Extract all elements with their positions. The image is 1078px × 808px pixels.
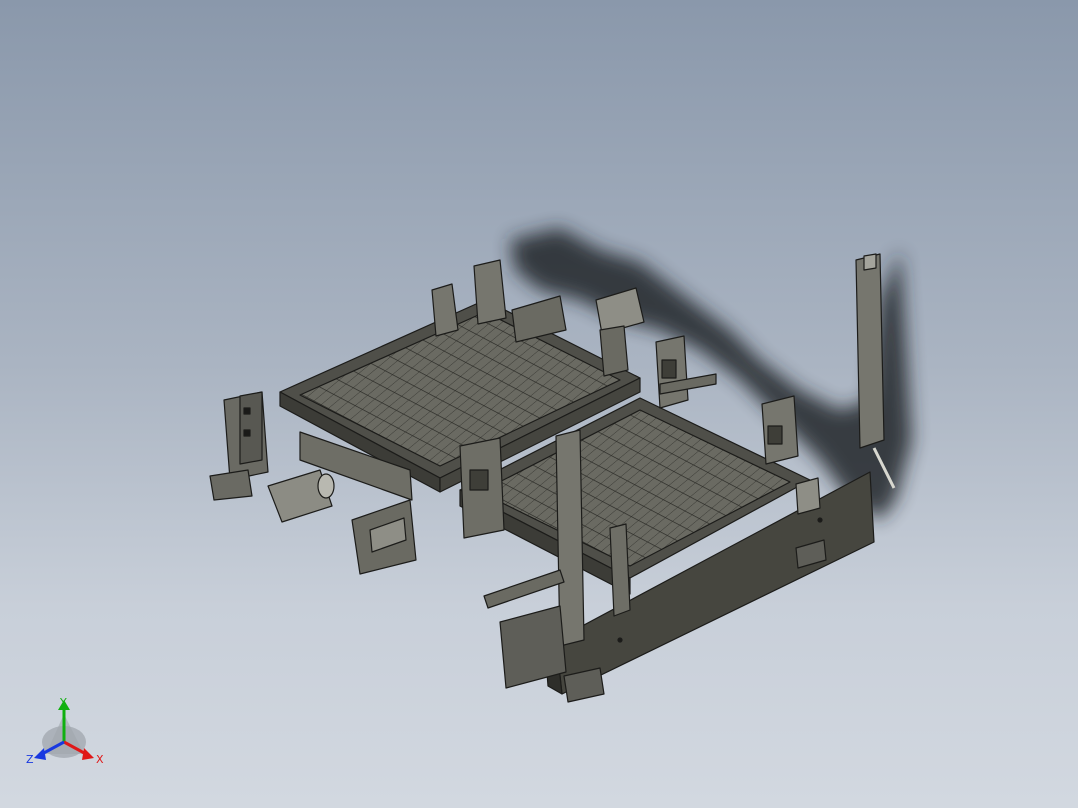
assembly-model[interactable] xyxy=(209,253,896,703)
z-axis-arrowhead xyxy=(34,748,46,760)
x-axis-arrowhead xyxy=(82,748,94,760)
y-axis-label: Y xyxy=(59,696,67,709)
z-axis-label: Z xyxy=(26,753,34,766)
graphics-viewport[interactable]: Y X Z xyxy=(0,0,1078,808)
x-axis-label: X xyxy=(96,753,104,766)
model-scene[interactable] xyxy=(0,0,1078,808)
orientation-triad[interactable]: Y X Z xyxy=(24,692,108,772)
left-bracket[interactable] xyxy=(209,391,269,501)
